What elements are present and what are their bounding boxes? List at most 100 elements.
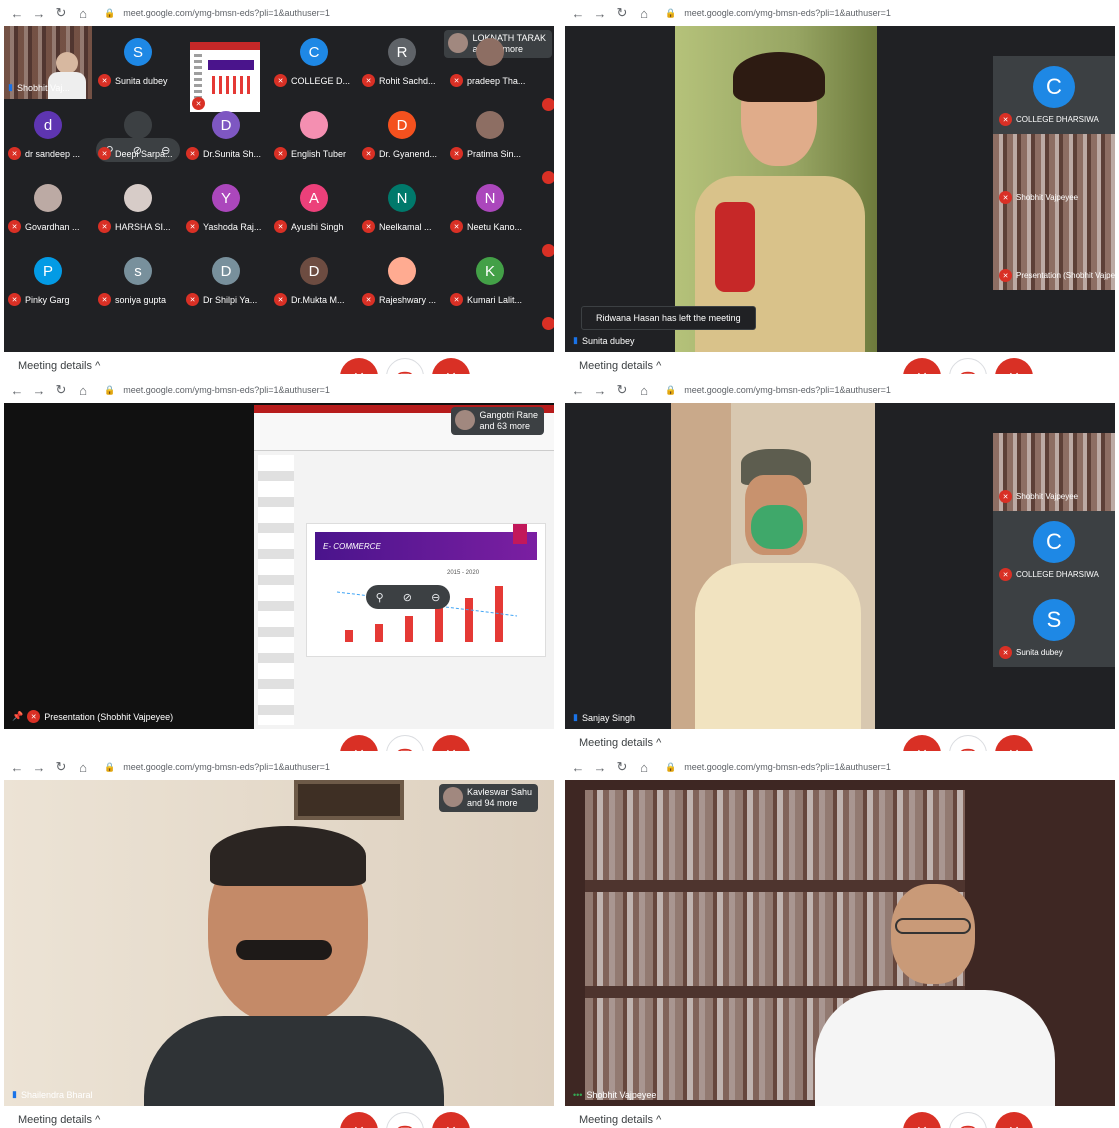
participant-tile[interactable]: ✕ English Tuber	[270, 99, 358, 172]
camera-off-button[interactable]: ✕	[995, 735, 1033, 751]
forward-arrow-icon[interactable]: →	[593, 6, 607, 21]
reload-icon[interactable]: ↻	[54, 382, 68, 398]
address-bar[interactable]: meet.google.com/ymg-bmsn-eds?pli=1&authu…	[684, 762, 891, 772]
participant-tile[interactable]: ✕ Deepi Sarpa...	[94, 99, 182, 172]
participant-tile[interactable]: P ✕ Pinky Garg	[4, 245, 92, 318]
participant-tile[interactable]: s ✕ soniya gupta	[94, 245, 182, 318]
main-speaker-video[interactable]	[4, 780, 554, 1106]
main-speaker-video[interactable]	[675, 26, 877, 352]
audio-level-icon: •••	[573, 1090, 583, 1100]
home-icon[interactable]: ⌂	[637, 760, 651, 775]
participant-name: Kumari Lalit...	[467, 294, 523, 305]
leave-call-button[interactable]: ☎	[949, 735, 987, 751]
meeting-details-button[interactable]: Meeting details ^	[18, 360, 100, 372]
mic-off-button[interactable]: ✕	[903, 358, 941, 374]
back-arrow-icon[interactable]: ←	[10, 383, 24, 398]
home-icon[interactable]: ⌂	[637, 383, 651, 398]
filmstrip-tile[interactable]: S ✕ Sunita dubey	[993, 589, 1115, 667]
avatar	[476, 111, 504, 139]
mic-off-icon[interactable]: ⊘	[403, 591, 412, 604]
address-bar[interactable]: meet.google.com/ymg-bmsn-eds?pli=1&authu…	[123, 762, 330, 772]
browser-toolbar: ← → ↻ ⌂ 🔒 meet.google.com/ymg-bmsn-eds?p…	[0, 0, 558, 26]
remove-icon[interactable]: ⊖	[431, 591, 440, 604]
meeting-details-button[interactable]: Meeting details ^	[18, 1114, 100, 1126]
leave-call-button[interactable]: ☎	[949, 1112, 987, 1128]
meeting-details-button[interactable]: Meeting details ^	[579, 737, 661, 749]
leave-call-button[interactable]: ☎	[949, 358, 987, 374]
leave-call-button[interactable]: ☎	[386, 358, 424, 374]
camera-off-button[interactable]: ✕	[432, 735, 470, 751]
participant-tile[interactable]: D ✕ Dr.Sunita Sh...	[182, 99, 270, 172]
forward-arrow-icon[interactable]: →	[32, 760, 46, 775]
reload-icon[interactable]: ↻	[615, 759, 629, 775]
participant-tile[interactable]: ✕ pradeep Tha...	[446, 26, 534, 99]
filmstrip-tile[interactable]: C ✕ COLLEGE DHARSIWA	[993, 56, 1115, 134]
filmstrip-tile[interactable]: C ✕ COLLEGE DHARSIWA	[993, 511, 1115, 589]
participant-tile[interactable]: K ✕ Kumari Lalit...	[446, 245, 534, 318]
reload-icon[interactable]: ↻	[615, 382, 629, 398]
more-participants-badge[interactable]: Gangotri Rane and 63 more	[451, 407, 544, 435]
participant-tile[interactable]: R ✕ Rohit Sachd...	[358, 26, 446, 99]
participant-tile[interactable]: ✕ HARSHA SI...	[94, 172, 182, 245]
address-bar[interactable]: meet.google.com/ymg-bmsn-eds?pli=1&authu…	[123, 385, 330, 395]
participant-tile[interactable]: ✕ Govardhan ...	[4, 172, 92, 245]
back-arrow-icon[interactable]: ←	[10, 760, 24, 775]
participant-tile[interactable]: ✕ Pratima Sin...	[446, 99, 534, 172]
back-arrow-icon[interactable]: ←	[571, 6, 585, 21]
main-speaker-video[interactable]	[671, 403, 875, 729]
mic-off-button[interactable]: ✕	[903, 1112, 941, 1128]
participant-tile[interactable]: D ✕ Dr. Gyanend...	[358, 99, 446, 172]
address-bar[interactable]: meet.google.com/ymg-bmsn-eds?pli=1&authu…	[123, 8, 330, 18]
mic-off-button[interactable]: ✕	[903, 735, 941, 751]
reload-icon[interactable]: ↻	[615, 5, 629, 21]
back-arrow-icon[interactable]: ←	[571, 383, 585, 398]
participant-tile[interactable]: D ✕ Dr Shilpi Ya...	[182, 245, 270, 318]
mic-off-button[interactable]: ✕	[340, 358, 378, 374]
forward-arrow-icon[interactable]: →	[593, 383, 607, 398]
participant-tile[interactable]: N ✕ Neetu Kano...	[446, 172, 534, 245]
home-icon[interactable]: ⌂	[76, 760, 90, 775]
participant-tile[interactable]: S ✕ Sunita dubey	[94, 26, 182, 99]
back-arrow-icon[interactable]: ←	[571, 760, 585, 775]
filmstrip-tile[interactable]: ✕ Shobhit Vajpeyee	[993, 134, 1115, 212]
participant-tile[interactable]: A ✕ Ayushi Singh	[270, 172, 358, 245]
participant-name: Yashoda Raj...	[203, 221, 262, 232]
participant-video-tile[interactable]: ▮ Shobhit Vaj...	[4, 26, 92, 99]
filmstrip-tile[interactable]: ✕ Shobhit Vajpeyee	[993, 433, 1115, 511]
mic-off-button[interactable]: ✕	[340, 1112, 378, 1128]
address-bar[interactable]: meet.google.com/ymg-bmsn-eds?pli=1&authu…	[684, 385, 891, 395]
forward-arrow-icon[interactable]: →	[593, 760, 607, 775]
shared-screen[interactable]: E- COMMERCE 2015 - 2020 ⚲ ⊘ ⊖	[254, 405, 554, 729]
back-arrow-icon[interactable]: ←	[10, 6, 24, 21]
camera-off-button[interactable]: ✕	[432, 358, 470, 374]
avatar	[124, 111, 152, 139]
filmstrip-tile[interactable]: ✕ Presentation (Shobhit Vajpeyee)	[993, 212, 1115, 290]
camera-off-button[interactable]: ✕	[995, 358, 1033, 374]
more-participants-badge[interactable]: Kavleswar Sahu and 94 more	[438, 784, 538, 812]
main-speaker-video[interactable]	[565, 780, 1115, 1106]
forward-arrow-icon[interactable]: →	[32, 6, 46, 21]
participant-tile[interactable]: N ✕ Neelkamal ...	[358, 172, 446, 245]
leave-call-button[interactable]: ☎	[386, 735, 424, 751]
home-icon[interactable]: ⌂	[76, 6, 90, 21]
mic-off-icon: ✕	[27, 710, 41, 723]
pin-icon[interactable]: ⚲	[376, 591, 384, 604]
participant-tile[interactable]: C ✕ COLLEGE D...	[270, 26, 358, 99]
camera-off-button[interactable]: ✕	[995, 1112, 1033, 1128]
participant-tile[interactable]: ✕ Rajeshwary ...	[358, 245, 446, 318]
reload-icon[interactable]: ↻	[54, 759, 68, 775]
meeting-details-button[interactable]: Meeting details ^	[579, 1114, 661, 1126]
home-icon[interactable]: ⌂	[637, 6, 651, 21]
meeting-details-button[interactable]: Meeting details ^	[579, 360, 661, 372]
home-icon[interactable]: ⌂	[76, 383, 90, 398]
participant-tile[interactable]: D ✕ Dr.Mukta M...	[270, 245, 358, 318]
address-bar[interactable]: meet.google.com/ymg-bmsn-eds?pli=1&authu…	[684, 8, 891, 18]
reload-icon[interactable]: ↻	[54, 5, 68, 21]
camera-off-button[interactable]: ✕	[432, 1112, 470, 1128]
forward-arrow-icon[interactable]: →	[32, 383, 46, 398]
mic-off-button[interactable]: ✕	[340, 735, 378, 751]
participant-tile[interactable]: Y ✕ Yashoda Raj...	[182, 172, 270, 245]
leave-call-button[interactable]: ☎	[386, 1112, 424, 1128]
participant-tile[interactable]: d ✕ dr sandeep ...	[4, 99, 92, 172]
participant-name: Sunita dubey	[1016, 648, 1063, 657]
